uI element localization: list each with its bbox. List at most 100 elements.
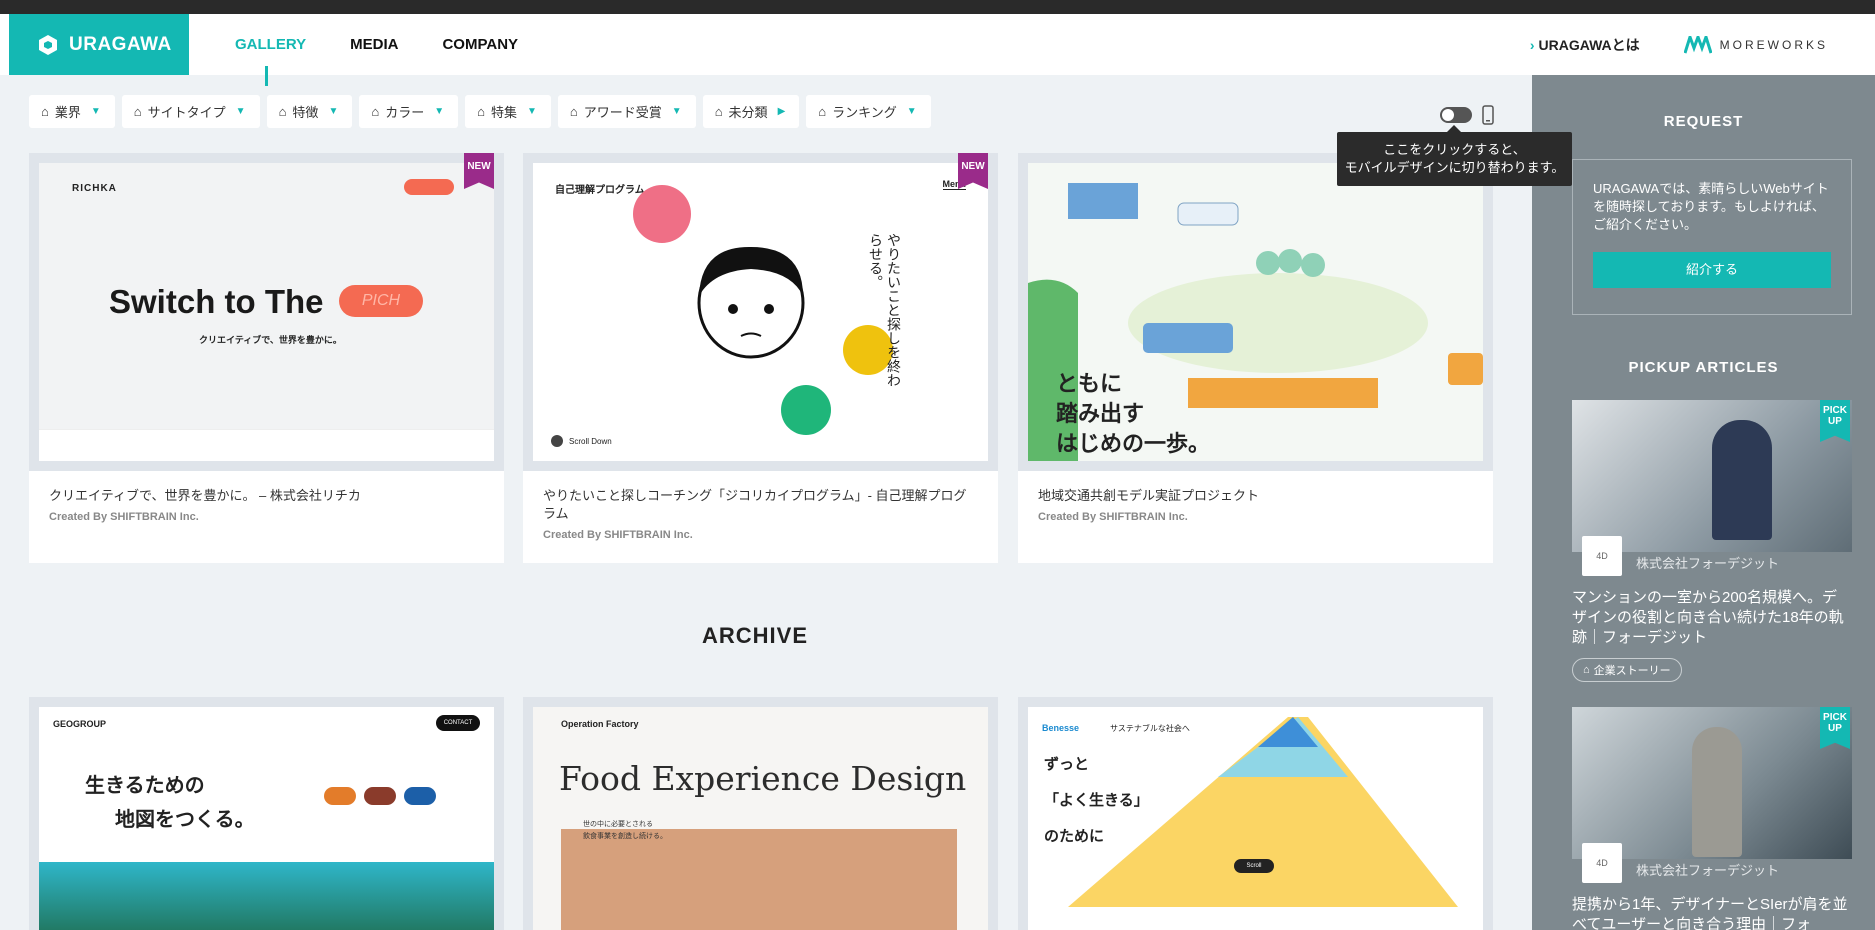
pickup-article[interactable]: PICK UP 4D 株式会社フォーデジット マンションの一室から200名規模へ。… bbox=[1572, 400, 1852, 682]
sidebar: REQUEST URAGAWAでは、素晴らしいWebサイトを随時探しております。… bbox=[1532, 75, 1875, 930]
archive-card[interactable]: Benesse サステナブルな社会へ ずっと 「よく生きる」 のために Scro… bbox=[1018, 697, 1493, 930]
gallery-card[interactable]: RICHKA Switch to The PICH クリエイティブで、世界を豊か… bbox=[29, 153, 504, 563]
filter-uncategorized[interactable]: ⌂ 未分類 ▶ bbox=[702, 95, 800, 128]
request-heading: REQUEST bbox=[1663, 113, 1744, 130]
thumb-brand: Operation Factory bbox=[561, 719, 639, 729]
thumbnail-screen: RICHKA Switch to The PICH クリエイティブで、世界を豊か… bbox=[39, 163, 494, 461]
article-meta: 4D 株式会社フォーデジット bbox=[1572, 843, 1852, 883]
tag-icon: ⌂ bbox=[371, 104, 380, 119]
card-title[interactable]: やりたいこと探しコーチング「ジコリカイプログラム」- 自己理解プログラム bbox=[543, 487, 978, 523]
browser-top-strip bbox=[0, 0, 1875, 14]
thumb-headline-line: 生きるための bbox=[85, 775, 205, 797]
about-link[interactable]: › URAGAWAとは bbox=[1530, 35, 1640, 55]
thumb-brand: 自己理解プログラム bbox=[555, 185, 645, 196]
main-nav: GALLERY MEDIA COMPANY bbox=[235, 14, 518, 75]
tooltip-line: ここをクリックすると、 bbox=[1383, 142, 1526, 157]
nav-media[interactable]: MEDIA bbox=[350, 36, 398, 53]
thumbnail-screen: Benesse サステナブルな社会へ ずっと 「よく生きる」 のために Scro… bbox=[1028, 707, 1483, 930]
thumbnail-screen: 自己理解プログラム Menu やりたいこと探しを終わらせる。 Scroll Do… bbox=[533, 163, 988, 461]
article-tag[interactable]: ⌂ 企業ストーリー bbox=[1572, 658, 1682, 682]
thumb-headline-line: 地図をつくる。 bbox=[115, 809, 255, 831]
thumb-sub: 世の中に必要とされる 飲食事業を創造し続ける。 bbox=[583, 819, 667, 843]
geo-badge bbox=[364, 787, 396, 805]
filter-site-type[interactable]: ⌂ サイトタイプ ▼ bbox=[121, 95, 260, 128]
thumb-copy-line: ずっと bbox=[1044, 756, 1090, 773]
card-thumbnail[interactable]: GEOGROUP CONTACT 生きるための 地図をつくる。 bbox=[29, 697, 504, 930]
introduce-button[interactable]: 紹介する bbox=[1593, 252, 1831, 288]
chevron-right-icon: ▶ bbox=[777, 106, 786, 117]
mobile-design-toggle[interactable] bbox=[1440, 107, 1472, 123]
card-creator: Created By SHIFTBRAIN Inc. bbox=[49, 511, 199, 523]
article-photo[interactable]: PICK UP bbox=[1572, 400, 1852, 552]
thumb-sub: クリエイティブで、世界を豊かに。 bbox=[199, 335, 342, 345]
card-thumbnail[interactable]: Operation Factory Food Experience Design… bbox=[523, 697, 998, 930]
filter-ranking[interactable]: ⌂ ランキング ▼ bbox=[806, 95, 931, 128]
article-person bbox=[1692, 727, 1742, 857]
card-creator: Created By SHIFTBRAIN Inc. bbox=[1038, 511, 1188, 523]
article-title[interactable]: マンションの一室から200名規模へ。デザインの役割と向き合い続けた18年の軌跡｜… bbox=[1572, 588, 1852, 648]
header-right: › URAGAWAとは MOREWORKS bbox=[1530, 14, 1828, 75]
filter-industry[interactable]: ⌂ 業界 ▼ bbox=[29, 95, 115, 128]
card-thumbnail[interactable]: ともに 踏み出す はじめの一歩。 bbox=[1018, 153, 1493, 471]
thumb-face-illustration bbox=[697, 246, 805, 359]
geo-badge bbox=[324, 787, 356, 805]
geo-badge bbox=[404, 787, 436, 805]
uragawa-logo-icon bbox=[39, 34, 57, 55]
nav-gallery[interactable]: GALLERY bbox=[235, 36, 306, 53]
tag-icon: ⌂ bbox=[133, 104, 142, 119]
company-logo: 4D bbox=[1582, 536, 1622, 576]
article-title[interactable]: 提携から1年、デザイナーとSIerが肩を並べてユーザーと向き合う理由｜フォ bbox=[1572, 895, 1852, 930]
archive-section: ARCHIVE bbox=[0, 623, 1532, 649]
site-logo[interactable]: URAGAWA bbox=[9, 14, 189, 75]
filter-feature[interactable]: ⌂ 特徴 ▼ bbox=[266, 95, 353, 128]
card-title[interactable]: 地域交通共創モデル実証プロジェクト bbox=[1038, 487, 1473, 505]
gallery-card[interactable]: 自己理解プログラム Menu やりたいこと探しを終わらせる。 Scroll Do… bbox=[523, 153, 998, 563]
chevron-down-icon: ▼ bbox=[434, 106, 445, 117]
filter-label: 業界 bbox=[54, 105, 81, 120]
thumb-brand: GEOGROUP bbox=[53, 719, 107, 729]
filter-color[interactable]: ⌂ カラー ▼ bbox=[359, 95, 459, 128]
logo-text: URAGAWA bbox=[69, 33, 172, 55]
tag-icon: ⌂ bbox=[1583, 664, 1590, 676]
filter-award[interactable]: ⌂ アワード受賞 ▼ bbox=[557, 95, 696, 128]
archive-card[interactable]: GEOGROUP CONTACT 生きるための 地図をつくる。 bbox=[29, 697, 504, 930]
filter-label: 特徴 bbox=[292, 105, 319, 120]
moreworks-link[interactable]: MOREWORKS bbox=[1683, 35, 1828, 54]
card-thumbnail[interactable]: 自己理解プログラム Menu やりたいこと探しを終わらせる。 Scroll Do… bbox=[523, 153, 998, 471]
filter-label: カラー bbox=[385, 105, 425, 120]
mobile-icon[interactable] bbox=[1482, 105, 1494, 125]
nav-company[interactable]: COMPANY bbox=[442, 36, 518, 53]
thumb-copy-line: のために bbox=[1044, 828, 1105, 845]
thumb-sub-line: 飲食事業を創造し続ける。 bbox=[583, 833, 667, 840]
thumb-headline: Food Experience Design bbox=[559, 759, 967, 798]
thumb-copy-line: 踏み出す bbox=[1056, 401, 1145, 426]
tag-icon: ⌂ bbox=[278, 104, 287, 119]
thumb-pink-circle bbox=[633, 185, 691, 243]
moreworks-text: MOREWORKS bbox=[1719, 37, 1828, 52]
tooltip-line: モバイルデザインに切り替わります。 bbox=[1344, 160, 1565, 175]
thumb-copy: ずっと 「よく生きる」 のために bbox=[1044, 747, 1149, 855]
thumb-footer bbox=[39, 429, 494, 461]
gallery-card[interactable]: ともに 踏み出す はじめの一歩。 地域交通共創モデル実証プロジェクト Creat… bbox=[1018, 153, 1493, 563]
card-title[interactable]: クリエイティブで、世界を豊かに。 – 株式会社リチカ bbox=[49, 487, 484, 505]
gallery-main: ⌂ 業界 ▼ ⌂ サイトタイプ ▼ ⌂ 特徴 ▼ ⌂ カラー ▼ ⌂ 特集 ▼ ⌂ アワード受賞 ▼ ⌂… bbox=[0, 75, 1572, 930]
card-thumbnail[interactable]: RICHKA Switch to The PICH クリエイティブで、世界を豊か… bbox=[29, 153, 504, 471]
article-company: 株式会社フォーデジット bbox=[1636, 555, 1780, 571]
article-photo[interactable]: PICK UP bbox=[1572, 707, 1852, 859]
thumb-headline: Switch to The bbox=[109, 283, 324, 320]
card-thumbnail[interactable]: Benesse サステナブルな社会へ ずっと 「よく生きる」 のために Scro… bbox=[1018, 697, 1493, 930]
thumb-copy-line: ともに bbox=[1056, 371, 1123, 396]
filter-label: サイトタイプ bbox=[147, 105, 226, 120]
filter-special[interactable]: ⌂ 特集 ▼ bbox=[465, 95, 551, 128]
pickup-article[interactable]: PICK UP 4D 株式会社フォーデジット 提携から1年、デザイナーとSIerが… bbox=[1572, 707, 1852, 930]
chevron-down-icon: ▼ bbox=[328, 106, 339, 117]
filter-label: ランキング bbox=[832, 105, 897, 120]
company-logo: 4D bbox=[1582, 843, 1622, 883]
tag-icon: ⌂ bbox=[41, 104, 49, 119]
chevron-down-icon: ▼ bbox=[906, 106, 917, 117]
archive-card[interactable]: Operation Factory Food Experience Design… bbox=[523, 697, 998, 930]
thumb-geo-badges bbox=[324, 787, 436, 805]
pickup-badge: PICK UP bbox=[1820, 400, 1850, 442]
view-toggle bbox=[1440, 105, 1494, 125]
archive-heading: ARCHIVE bbox=[701, 623, 808, 648]
